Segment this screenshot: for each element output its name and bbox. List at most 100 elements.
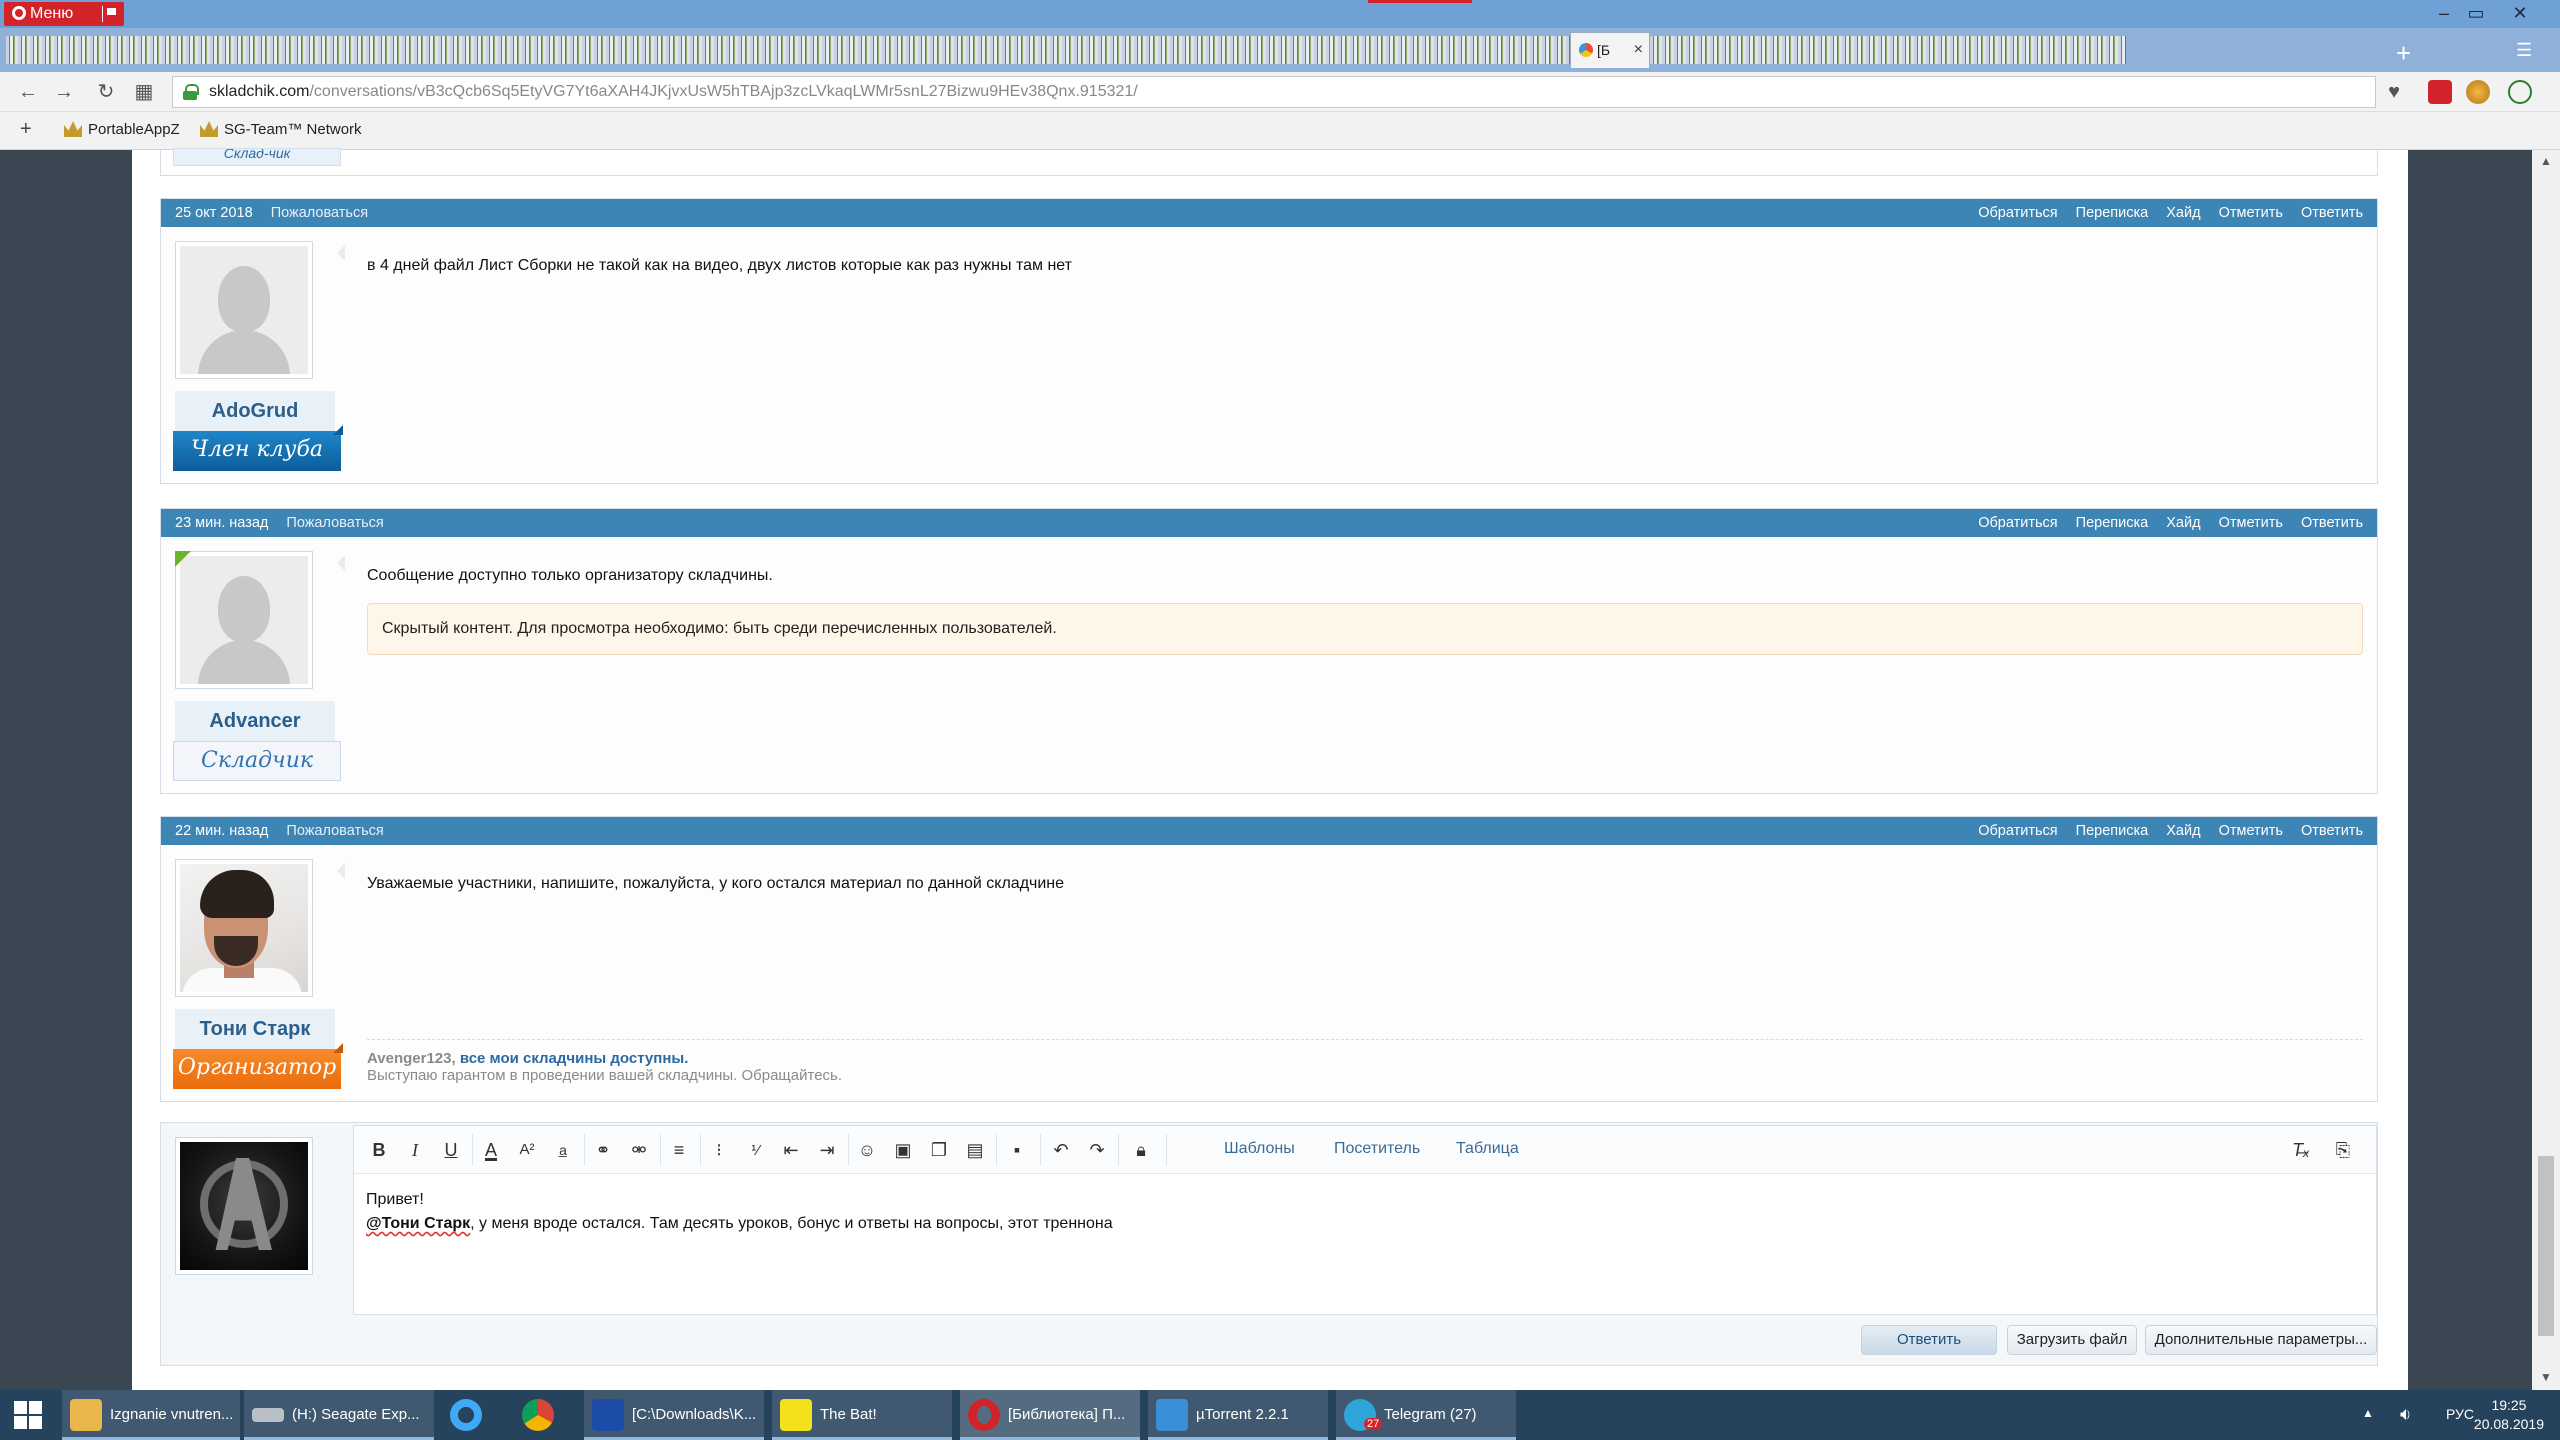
tab-close-icon[interactable]: × [1634, 41, 1643, 59]
action-hide[interactable]: Хайд [2166, 823, 2200, 839]
maximize-button[interactable]: ▭ [2456, 0, 2496, 28]
outdent-icon[interactable]: ⇤ [778, 1138, 804, 1162]
save-draft-icon[interactable]: ▪ [1004, 1138, 1030, 1162]
toggle-bbcode-icon[interactable]: ⎘ [2330, 1138, 2356, 1162]
bookmark-item[interactable]: PortableAppZ [64, 121, 180, 138]
taskbar-opera[interactable]: [Библиотека] П... [960, 1390, 1140, 1440]
scroll-down-icon[interactable]: ▼ [2540, 1370, 2552, 1384]
tab-menu-icon[interactable]: ☰ [2516, 40, 2532, 61]
action-hide[interactable]: Хайд [2166, 205, 2200, 221]
extension-icon[interactable] [2428, 80, 2452, 104]
post-date[interactable]: 23 мин. назад [175, 515, 268, 531]
media-icon[interactable]: ❐ [926, 1138, 952, 1162]
font-color-icon[interactable]: A [478, 1138, 504, 1162]
action-mark[interactable]: Отметить [2219, 515, 2283, 531]
tab-strip[interactable] [6, 36, 2126, 64]
templates-button[interactable]: Шаблоны [1224, 1140, 1295, 1158]
hide-lock-icon[interactable]: 🔒︎ [1128, 1138, 1154, 1162]
heart-icon[interactable]: ♥ [2380, 78, 2408, 106]
action-reply[interactable]: Ответить [2301, 515, 2363, 531]
post-date[interactable]: 25 окт 2018 [175, 205, 253, 221]
editor-content[interactable]: Привет! @Тони Старк, у меня вроде осталс… [366, 1188, 1113, 1236]
report-link[interactable]: Пожаловаться [286, 515, 383, 531]
action-conversation[interactable]: Переписка [2076, 205, 2149, 221]
reload-icon[interactable]: ↻ [92, 78, 120, 106]
bullet-list-icon[interactable]: ⁝ [706, 1138, 732, 1162]
avatar[interactable] [175, 241, 313, 379]
scroll-up-icon[interactable]: ▲ [2540, 154, 2552, 168]
report-link[interactable]: Пожаловаться [286, 823, 383, 839]
new-tab-button[interactable]: + [2396, 38, 2411, 69]
action-reply[interactable]: Ответить [2301, 205, 2363, 221]
action-reply[interactable]: Ответить [2301, 823, 2363, 839]
signature-link[interactable]: все мои складчины доступны. [460, 1050, 689, 1067]
back-icon[interactable]: ← [14, 78, 42, 106]
action-contact[interactable]: Обратиться [1978, 823, 2057, 839]
download-icon[interactable] [2508, 80, 2532, 104]
smiley-icon[interactable]: ☺ [854, 1138, 880, 1162]
align-icon[interactable]: ≡ [666, 1138, 692, 1162]
link-icon[interactable]: ⚭ [590, 1138, 616, 1162]
upload-file-button[interactable]: Загрузить файл [2007, 1325, 2137, 1355]
action-conversation[interactable]: Переписка [2076, 823, 2149, 839]
action-conversation[interactable]: Переписка [2076, 515, 2149, 531]
taskbar-explorer[interactable]: Izgnanie vnutren... [62, 1390, 240, 1440]
action-hide[interactable]: Хайд [2166, 515, 2200, 531]
font-family-icon[interactable]: a̲ [550, 1138, 576, 1162]
volume-icon[interactable]: 🔉︎ [2400, 1404, 2411, 1425]
more-options-button[interactable]: Дополнительные параметры... [2145, 1325, 2377, 1355]
taskbar-chrome[interactable] [514, 1390, 574, 1440]
underline-icon[interactable]: U [438, 1138, 464, 1162]
report-link[interactable]: Пожаловаться [271, 205, 368, 221]
add-bookmark-icon[interactable]: + [20, 118, 32, 141]
bold-icon[interactable]: B [366, 1138, 392, 1162]
action-mark[interactable]: Отметить [2219, 205, 2283, 221]
page-scrollbar[interactable]: ▲ ▼ [2532, 150, 2560, 1390]
taskbar-telegram[interactable]: Telegram (27) [1336, 1390, 1516, 1440]
vpn-icon[interactable] [2466, 80, 2490, 104]
clock[interactable]: 19:25 20.08.2019 [2474, 1396, 2544, 1434]
opera-menu-button[interactable]: Меню [4, 2, 124, 26]
signature-text: Выступаю гарантом в проведении вашей скл… [367, 1067, 843, 1084]
taskbar-utorrent[interactable]: µTorrent 2.2.1 [1148, 1390, 1328, 1440]
taskbar-drive[interactable]: (H:) Seagate Exp... [244, 1390, 434, 1440]
avatar[interactable] [175, 859, 313, 997]
flag-icon[interactable] [102, 6, 118, 22]
post-date[interactable]: 22 мин. назад [175, 823, 268, 839]
numbered-list-icon[interactable]: ⅟ [742, 1138, 768, 1162]
my-avatar[interactable] [175, 1137, 313, 1275]
taskbar-the-bat[interactable]: The Bat! [772, 1390, 952, 1440]
language-indicator[interactable]: РУС [2446, 1406, 2474, 1422]
table-button[interactable]: Таблица [1456, 1140, 1519, 1158]
tray-expand-icon[interactable]: ▲ [2362, 1406, 2374, 1420]
indent-icon[interactable]: ⇥ [814, 1138, 840, 1162]
address-bar[interactable]: skladchik.com/conversations/vB3cQcb6Sq5E… [172, 76, 2376, 108]
username[interactable]: Advancer [175, 701, 335, 741]
taskbar-ie[interactable] [442, 1390, 502, 1440]
action-contact[interactable]: Обратиться [1978, 515, 2057, 531]
visitor-button[interactable]: Посетитель [1334, 1140, 1420, 1158]
forward-icon[interactable]: → [50, 78, 78, 106]
font-size-icon[interactable]: A² [514, 1138, 540, 1162]
unlink-icon[interactable]: ⚮ [626, 1138, 652, 1162]
editor-line: Привет! [366, 1191, 424, 1208]
action-mark[interactable]: Отметить [2219, 823, 2283, 839]
submit-reply-button[interactable]: Ответить [1861, 1325, 1997, 1355]
image-icon[interactable]: ▣ [890, 1138, 916, 1162]
italic-icon[interactable]: I [402, 1138, 428, 1162]
active-tab[interactable]: [Б × [1570, 32, 1650, 68]
redo-icon[interactable]: ↷ [1084, 1138, 1110, 1162]
username[interactable]: AdoGrud [175, 391, 335, 431]
start-button[interactable] [0, 1390, 58, 1440]
taskbar-total-commander[interactable]: [C:\Downloads\K... [584, 1390, 764, 1440]
code-icon[interactable]: ▤ [962, 1138, 988, 1162]
clear-formatting-icon[interactable]: T̶ₓ [2288, 1138, 2314, 1162]
close-window-button[interactable]: ✕ [2500, 0, 2540, 28]
username[interactable]: Тони Старк [175, 1009, 335, 1049]
undo-icon[interactable]: ↶ [1048, 1138, 1074, 1162]
scroll-thumb[interactable] [2538, 1156, 2554, 1336]
avatar[interactable] [175, 551, 313, 689]
action-contact[interactable]: Обратиться [1978, 205, 2057, 221]
bookmark-item[interactable]: SG-Team™ Network [200, 121, 362, 138]
speed-dial-icon[interactable]: ▦ [130, 78, 158, 106]
